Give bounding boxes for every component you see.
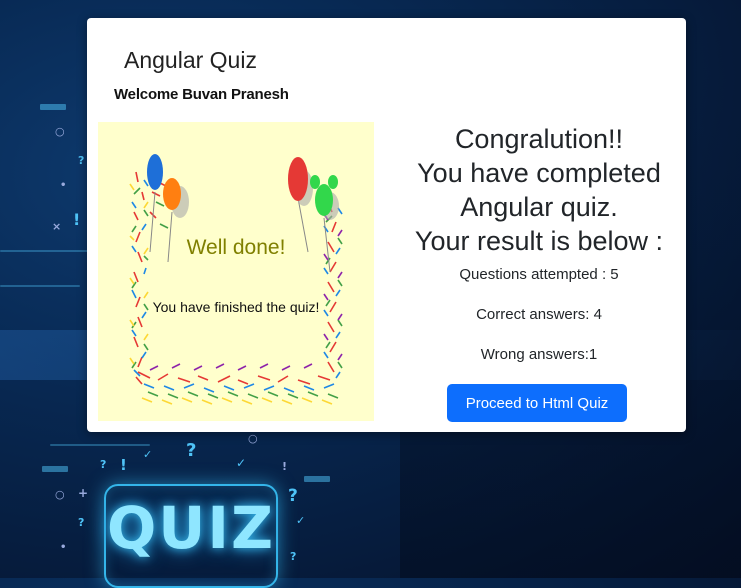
decor-circle-icon: ○ [248,432,258,445]
result-panel: Congralution!! You have completed Angula… [392,122,686,422]
headline-line: Congralution!! [454,124,624,154]
well-done-illustration: Well done! You have finished the quiz! [98,122,374,421]
well-done-text: Well done! [187,236,286,259]
decor-question-icon: ? [78,154,85,167]
decor-check-icon: ✓ [236,456,247,470]
headline-line: You have completed [417,158,661,188]
decor-question-icon: ? [186,440,197,461]
decor-chat-bubble [304,476,330,482]
questions-attempted: Questions attempted : 5 [459,266,619,283]
decor-plus-icon: + [78,486,89,500]
decor-x-icon: × [52,220,62,233]
decor-line [0,285,80,287]
decor-exclaim-icon: ! [282,460,288,473]
confetti-frame [129,171,343,405]
decor-chat-bubble [42,466,68,472]
quiz-sign: QUIZ [104,484,278,588]
decor-line [50,444,150,446]
decor-check-icon: ✓ [296,514,306,527]
confetti-balloons-image: Well done! You have finished the quiz! [129,154,343,405]
result-modal: Angular Quiz Welcome Buvan Pranesh Well … [87,18,686,432]
decor-chat-bubble [40,104,66,110]
decor-exclaim-icon: ! [120,456,127,474]
result-headline: Congralution!! You have completed Angula… [392,122,686,258]
decor-question-icon: ? [290,550,297,563]
finished-message: You have finished the quiz! [153,299,320,315]
headline-line: Angular quiz. [460,192,618,222]
decor-circle-icon: ○ [55,488,65,501]
quiz-sign-text: QUIZ [106,494,276,562]
welcome-text: Welcome Buvan Pranesh [114,86,289,103]
decor-dot-icon: • [60,542,67,553]
decor-question-icon: ? [100,458,107,471]
decor-check-icon: ✓ [143,448,153,461]
decor-question-icon: ? [78,516,85,529]
quiz-title: Angular Quiz [124,47,257,73]
proceed-to-html-quiz-button[interactable]: Proceed to Html Quiz [447,384,627,422]
wrong-answers: Wrong answers:1 [480,346,598,363]
decor-question-icon: ? [288,486,298,506]
decor-dot-icon: • [60,180,67,191]
headline-line: Your result is below : [414,226,664,256]
decor-exclaim-icon: ! [73,210,81,229]
decor-circle-icon: ○ [55,125,65,138]
decor-line [0,250,90,252]
correct-answers: Correct answers: 4 [476,306,602,323]
